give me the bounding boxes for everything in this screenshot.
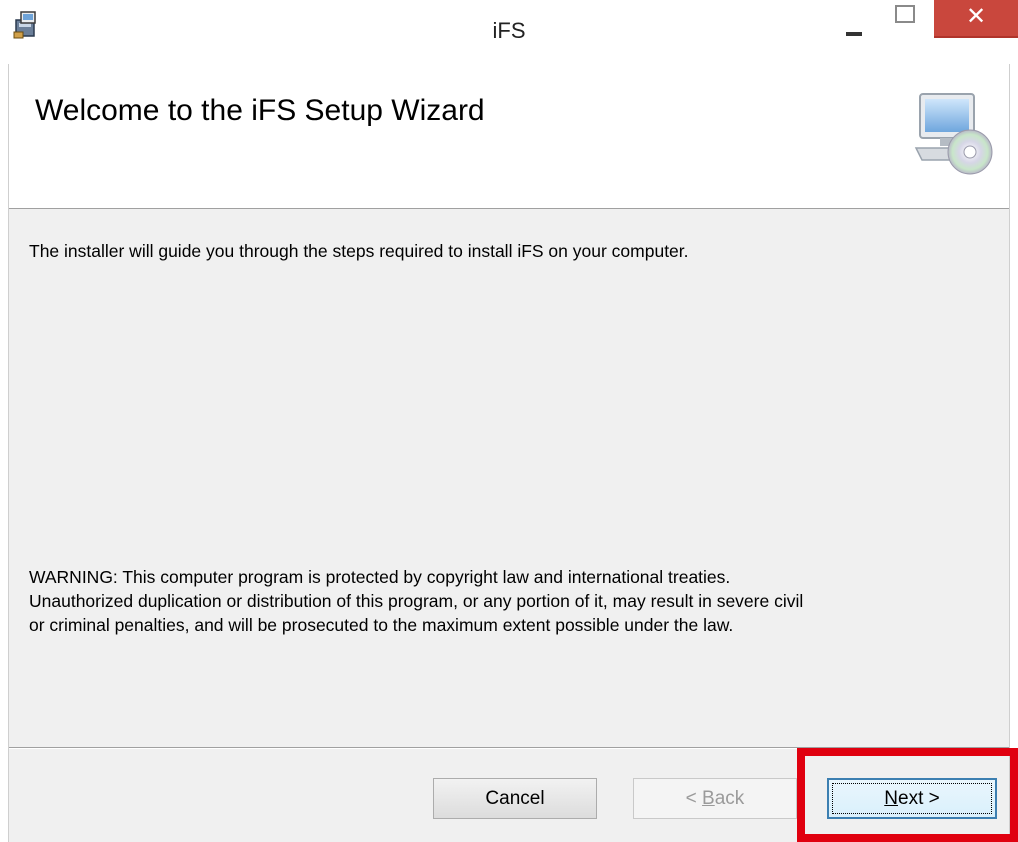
intro-text: The installer will guide you through the…: [29, 241, 689, 261]
title-bar: iFS ✕: [0, 0, 1018, 64]
back-button-prefix: <: [685, 788, 703, 809]
warning-line: Unauthorized duplication or distribution…: [29, 591, 804, 611]
computer-cd-icon: [914, 93, 993, 175]
wizard-banner: Welcome to the iFS Setup Wizard: [9, 64, 1009, 209]
back-button[interactable]: < Back: [633, 778, 797, 819]
next-button-highlight: [797, 748, 1018, 842]
copyright-warning: WARNING: This computer program is protec…: [29, 565, 1004, 637]
close-button[interactable]: ✕: [934, 0, 1018, 38]
back-button-mnemonic: B: [702, 788, 715, 809]
back-button-label: ack: [714, 788, 745, 809]
cancel-button[interactable]: Cancel: [433, 778, 597, 819]
warning-line: WARNING: This computer program is protec…: [29, 567, 731, 587]
page-title: Welcome to the iFS Setup Wizard: [35, 94, 485, 127]
wizard-body: The installer will guide you through the…: [9, 209, 1009, 752]
maximize-button[interactable]: [880, 0, 926, 42]
minimize-button[interactable]: [832, 0, 878, 42]
warning-line: or criminal penalties, and will be prose…: [29, 615, 734, 635]
close-icon: ✕: [965, 2, 987, 30]
setup-dialog: Welcome to the iFS Setup Wizard The inst…: [8, 64, 1010, 842]
